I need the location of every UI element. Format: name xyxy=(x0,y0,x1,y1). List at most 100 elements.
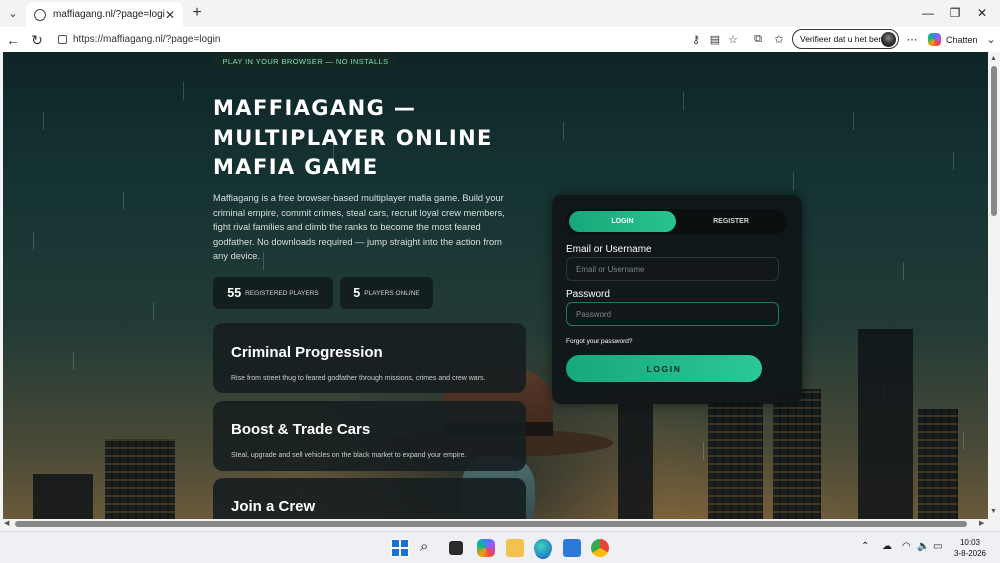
page-viewport: PLAY IN YOUR BROWSER — NO INSTALLS MAFFI… xyxy=(3,52,988,519)
feature-title: Criminal Progression xyxy=(231,344,383,361)
address-bar-row: ← ↻ https://maffiagang.nl/?page=login ⚷ … xyxy=(0,27,1000,52)
login-button[interactable]: LOGIN xyxy=(566,355,762,382)
close-icon[interactable]: ✕ xyxy=(165,8,175,22)
rain-streak xyxy=(43,112,44,130)
refresh-icon[interactable]: ↻ xyxy=(28,31,46,49)
plus-icon: + xyxy=(192,4,202,21)
background-building xyxy=(618,404,653,519)
background-building xyxy=(708,399,763,519)
rain-streak xyxy=(793,172,794,190)
feature-description: Rise from street thug to feared godfathe… xyxy=(231,375,486,382)
auth-tabs: LOGIN REGISTER xyxy=(566,209,787,234)
tab-login[interactable]: LOGIN xyxy=(569,211,676,232)
battery-icon[interactable]: ▭ xyxy=(933,541,942,552)
scrollbar-thumb[interactable] xyxy=(15,521,967,527)
scroll-down-icon[interactable]: ▼ xyxy=(990,508,997,515)
back-icon[interactable]: ← xyxy=(4,31,22,49)
more-icon[interactable]: ⋯ xyxy=(905,32,919,46)
rain-streak xyxy=(903,262,904,280)
background-building xyxy=(858,329,913,519)
rain-streak xyxy=(953,152,954,170)
stat-registered-players: 55 Registered Players xyxy=(213,277,333,309)
page-title: MAFFIAGANG — MULTIPLAYER ONLINE MAFIA GA… xyxy=(213,94,533,183)
background-building xyxy=(33,474,93,519)
email-label: Email or Username xyxy=(566,244,652,255)
system-clock[interactable]: 10:03 3-8-2026 xyxy=(948,537,992,559)
edge-icon[interactable] xyxy=(534,539,552,557)
window-close-button[interactable]: ✕ xyxy=(972,4,992,22)
maximize-button[interactable]: ❐ xyxy=(945,4,965,22)
rain-streak xyxy=(153,302,154,320)
key-icon[interactable]: ⚷ xyxy=(689,32,703,46)
verify-identity-button[interactable]: Verifieer dat u het bent xyxy=(792,29,899,49)
rain-streak xyxy=(703,442,704,460)
windows-icon[interactable] xyxy=(391,539,409,557)
reader-icon[interactable]: ▤ xyxy=(708,32,722,46)
stat-value: 55 xyxy=(227,286,242,300)
scroll-left-icon[interactable]: ◀ xyxy=(4,519,9,527)
forgot-password-link[interactable]: Forgot your password? xyxy=(566,338,632,345)
task-view-icon[interactable] xyxy=(449,541,463,555)
login-card: LOGIN REGISTER Email or Username Passwor… xyxy=(552,195,802,404)
title-line: MAFIA GAME xyxy=(213,155,379,179)
url-text: https://maffiagang.nl/?page=login xyxy=(73,33,221,45)
rain-streak xyxy=(853,112,854,130)
scroll-right-icon[interactable]: ▶ xyxy=(979,519,984,527)
stat-label: Players Online xyxy=(364,289,420,297)
stat-label: Registered Players xyxy=(245,289,319,297)
rain-streak xyxy=(33,232,34,250)
title-line: MULTIPLAYER ONLINE xyxy=(213,125,493,150)
background-building xyxy=(773,389,821,519)
background-building xyxy=(105,439,175,519)
url-input[interactable]: https://maffiagang.nl/?page=login xyxy=(50,29,740,49)
copilot-label: Chatten xyxy=(946,34,978,45)
email-field[interactable] xyxy=(566,257,779,281)
feature-title: Boost & Trade Cars xyxy=(231,421,371,438)
hero-badge: PLAY IN YOUR BROWSER — NO INSTALLS xyxy=(213,53,398,69)
scrollbar-thumb[interactable] xyxy=(991,66,997,216)
clock-date: 3-8-2026 xyxy=(953,549,987,558)
rain-streak xyxy=(183,82,184,100)
lock-icon xyxy=(58,34,67,44)
feature-description: Steal, upgrade and sell vehicles on the … xyxy=(231,452,467,459)
chrome-icon[interactable] xyxy=(591,539,609,557)
title-line: MAFFIAGANG — xyxy=(213,96,417,120)
chevron-up-icon[interactable]: ⌃ xyxy=(861,541,869,552)
copilot-icon xyxy=(928,33,941,46)
browser-tab[interactable]: maffiagang.nl/?page=login ✕ xyxy=(26,2,183,27)
stat-players-online: 5 Players Online xyxy=(340,277,433,309)
scroll-up-icon[interactable]: ▲ xyxy=(990,55,997,62)
copilot-app-icon[interactable] xyxy=(477,539,495,557)
globe-icon xyxy=(34,8,46,21)
file-explorer-icon[interactable] xyxy=(506,539,524,557)
tab-list-icon[interactable]: ⌄ xyxy=(4,4,22,22)
cloud-icon[interactable]: ☁ xyxy=(882,541,892,552)
stat-value: 5 xyxy=(353,286,361,300)
chevron-down-icon[interactable]: ⌄ xyxy=(984,32,998,46)
copilot-button[interactable]: Chatten xyxy=(928,31,990,48)
feature-card-boost-trade-cars: Boost & Trade Cars Steal, upgrade and se… xyxy=(213,401,526,471)
feature-title: Join a Crew xyxy=(231,498,316,515)
password-field[interactable] xyxy=(566,302,779,326)
feature-card-join-a-crew: Join a Crew xyxy=(213,478,526,519)
horizontal-scrollbar[interactable]: ◀ ▶ xyxy=(3,519,988,529)
hero-description: Maffiagang is a free browser-based multi… xyxy=(213,193,505,262)
rain-streak xyxy=(123,192,124,210)
new-tab-button[interactable]: + xyxy=(188,4,206,22)
password-label: Password xyxy=(566,289,610,300)
volume-icon[interactable]: 🔈 xyxy=(917,541,929,552)
minimize-button[interactable]: — xyxy=(918,4,938,22)
rain-streak xyxy=(563,122,564,140)
favorites-icon[interactable]: ✩ xyxy=(772,32,786,46)
vertical-scrollbar[interactable]: ▲ ▼ xyxy=(988,52,1000,519)
rain-streak xyxy=(73,352,74,370)
avatar xyxy=(881,32,896,47)
extensions-icon[interactable]: ⧉ xyxy=(751,32,765,46)
windows-taskbar: ⌕ ⌃ ☁ ◠ 🔈 ▭ 10:03 3-8-2026 xyxy=(0,531,1000,563)
search-icon[interactable]: ⌕ xyxy=(420,538,438,556)
tab-register[interactable]: REGISTER xyxy=(678,211,784,232)
browser-titlebar: ⌄ maffiagang.nl/?page=login ✕ + — ❐ ✕ xyxy=(0,0,1000,27)
wifi-icon[interactable]: ◠ xyxy=(902,541,911,552)
outlook-icon[interactable] xyxy=(563,539,581,557)
star-icon[interactable]: ☆ xyxy=(726,32,740,46)
